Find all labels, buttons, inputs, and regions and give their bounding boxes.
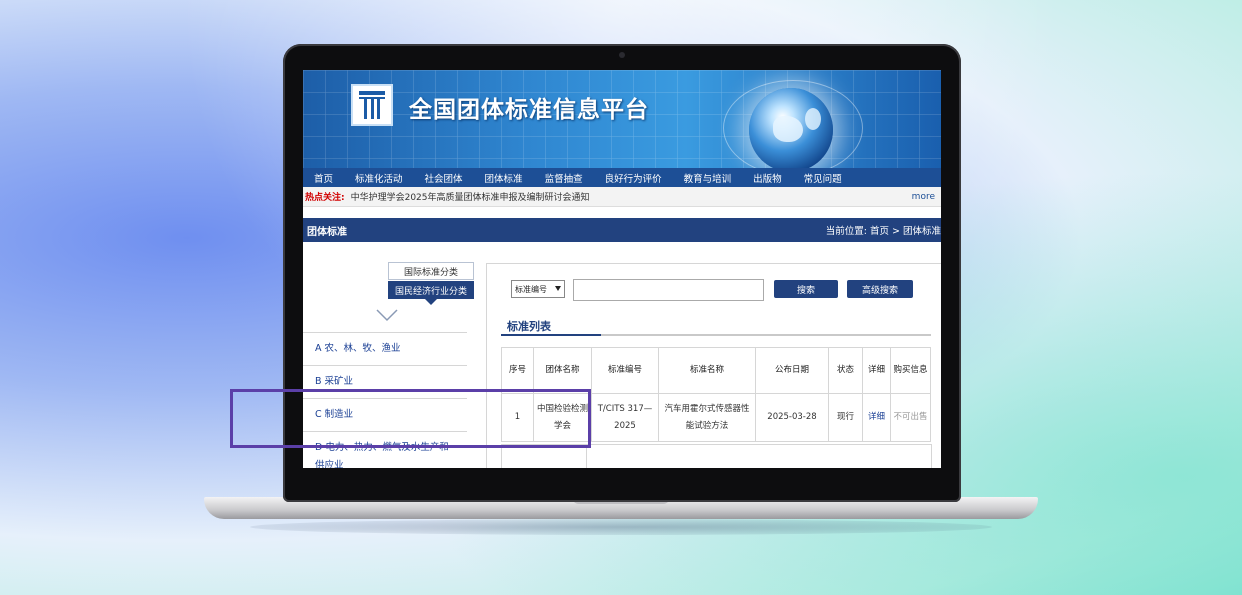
breadcrumb[interactable]: 当前位置: 首页 > 团体标准 xyxy=(826,223,941,237)
search-button[interactable]: 搜索 xyxy=(774,280,838,298)
nav-item-inspection[interactable]: 监督抽查 xyxy=(534,171,594,185)
cell-name: 汽车用霍尔式传感器性能试验方法 xyxy=(658,393,756,442)
col-header-index: 序号 xyxy=(501,347,534,394)
more-link[interactable]: more xyxy=(912,192,935,202)
site-title: 全国团体标准信息平台 xyxy=(409,97,649,123)
nav-item-organizations[interactable]: 社会团体 xyxy=(414,171,474,185)
nav-item-publications[interactable]: 出版物 xyxy=(742,171,793,185)
list-divider-accent xyxy=(501,334,601,336)
search-field-select[interactable]: 标准编号 xyxy=(511,280,565,298)
main-nav: 首页 标准化活动 社会团体 团体标准 监督抽查 良好行为评价 教育与培训 出版物… xyxy=(303,168,941,187)
highlight-box xyxy=(230,389,591,448)
col-header-org: 团体名称 xyxy=(533,347,592,394)
nav-item-evaluation[interactable]: 良好行为评价 xyxy=(594,171,673,185)
category-item[interactable]: A 农、林、牧、渔业 xyxy=(303,333,467,366)
list-title: 标准列表 xyxy=(507,320,551,333)
caret-down-icon xyxy=(555,286,561,291)
detail-link[interactable]: 详细 xyxy=(862,393,891,442)
nav-item-training[interactable]: 教育与培训 xyxy=(673,171,743,185)
col-header-name: 标准名称 xyxy=(658,347,756,394)
tab-pointer xyxy=(425,299,437,305)
table-header-row: 序号 团体名称 标准编号 标准名称 公布日期 状态 详细 购买信息 xyxy=(501,347,931,394)
select-value: 标准编号 xyxy=(515,284,547,294)
logo-t-icon xyxy=(359,91,385,119)
hot-news-link[interactable]: 中华护理学会2025年高质量团体标准申报及编制研讨会通知 xyxy=(351,190,590,203)
col-header-status: 状态 xyxy=(828,347,863,394)
nav-item-standards[interactable]: 团体标准 xyxy=(474,171,534,185)
col-header-detail: 详细 xyxy=(862,347,891,394)
nav-item-activities[interactable]: 标准化活动 xyxy=(344,171,414,185)
col-header-date: 公布日期 xyxy=(755,347,829,394)
chevron-down-icon[interactable] xyxy=(376,308,398,322)
nav-item-home[interactable]: 首页 xyxy=(303,171,344,185)
advanced-search-button[interactable]: 高级搜索 xyxy=(847,280,913,298)
globe-land xyxy=(805,108,821,130)
col-header-purchase: 购买信息 xyxy=(890,347,931,394)
cell-purchase: 不可出售 xyxy=(890,393,931,442)
site-logo[interactable] xyxy=(351,84,393,126)
tab-national-industry-classification[interactable]: 国民经济行业分类 xyxy=(388,281,474,299)
cell-code: T/CITS 317—2025 xyxy=(591,393,659,442)
section-title: 团体标准 xyxy=(307,226,347,238)
camera-icon xyxy=(619,52,625,58)
section-header: 团体标准 当前位置: 首页 > 团体标准 xyxy=(303,218,941,242)
hot-news-bar: 热点关注: 中华护理学会2025年高质量团体标准申报及编制研讨会通知 more xyxy=(303,187,941,207)
col-header-code: 标准编号 xyxy=(591,347,659,394)
search-input[interactable] xyxy=(573,279,764,301)
site-banner: 全国团体标准信息平台 xyxy=(303,70,941,168)
tab-international-classification[interactable]: 国际标准分类 xyxy=(388,262,474,280)
cell-date: 2025-03-28 xyxy=(755,393,829,442)
globe-land xyxy=(773,116,803,142)
hot-label: 热点关注: xyxy=(305,193,345,203)
cell-status: 现行 xyxy=(828,393,863,442)
nav-item-faq[interactable]: 常见问题 xyxy=(793,171,853,185)
laptop-shadow xyxy=(250,519,992,535)
